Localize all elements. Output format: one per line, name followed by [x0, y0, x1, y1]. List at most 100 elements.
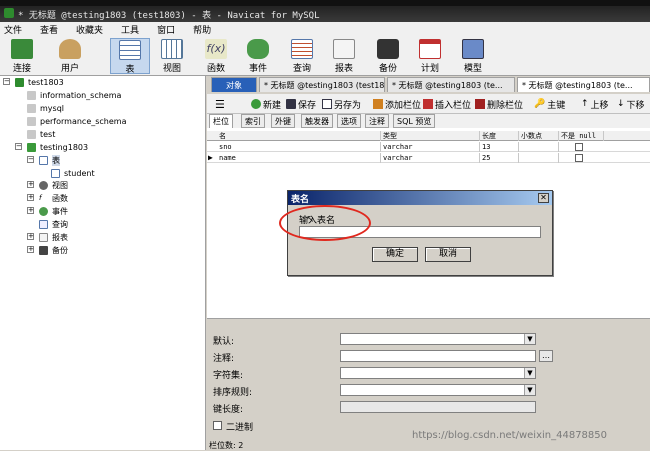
- move-up-button[interactable]: ↑ 上移: [581, 97, 609, 111]
- tab-indexes[interactable]: 索引: [241, 114, 265, 128]
- key-length-input[interactable]: [340, 401, 536, 413]
- hamburger-icon: ☰: [215, 97, 225, 111]
- tree-expand-toggle[interactable]: +: [27, 246, 34, 253]
- not-null-checkbox[interactable]: [575, 143, 583, 151]
- tree-item-functions[interactable]: f 函数: [39, 192, 68, 204]
- tab-comment[interactable]: 注释: [365, 114, 389, 128]
- save-button[interactable]: 保存: [286, 97, 316, 111]
- close-icon[interactable]: ✕: [538, 193, 549, 203]
- tree-expand-toggle[interactable]: +: [27, 233, 34, 240]
- schedule-button[interactable]: 计划: [410, 38, 450, 74]
- comment-ellipsis-button[interactable]: …: [539, 350, 553, 362]
- tree-item-backups[interactable]: 备份: [39, 244, 68, 256]
- backup-button[interactable]: 备份: [368, 38, 408, 74]
- tree-collapse-toggle[interactable]: −: [3, 78, 10, 85]
- menu-favorites[interactable]: 收藏夹: [72, 22, 111, 36]
- view-button[interactable]: 视图: [152, 38, 192, 74]
- charset-select[interactable]: ▼: [340, 367, 536, 379]
- chevron-down-icon: ▼: [524, 334, 535, 344]
- header-not-null[interactable]: 不是 null: [559, 131, 604, 141]
- tab-fields[interactable]: 栏位: [209, 114, 233, 128]
- primary-key-button[interactable]: 🔑 主键: [534, 97, 565, 111]
- tab-options[interactable]: 选项: [337, 114, 361, 128]
- header-length[interactable]: 长度: [480, 131, 519, 141]
- tree-collapse-toggle[interactable]: −: [27, 156, 34, 163]
- tree-item-label: 函数: [52, 193, 68, 203]
- table-button[interactable]: 表: [110, 38, 150, 75]
- tree-item-db[interactable]: information_schema: [27, 89, 121, 101]
- tree-expand-toggle[interactable]: +: [27, 181, 34, 188]
- cancel-button[interactable]: 取消: [425, 247, 471, 262]
- table-row[interactable]: ▶ name varchar 25: [207, 153, 650, 163]
- query-button[interactable]: 查询: [282, 38, 322, 74]
- field-decimals-cell[interactable]: [519, 142, 559, 152]
- tab-foreign-keys[interactable]: 外键: [271, 114, 295, 128]
- comment-input[interactable]: [340, 350, 536, 362]
- field-name-cell[interactable]: sno: [217, 142, 381, 152]
- function-button[interactable]: f(x) 函数: [196, 38, 236, 74]
- table-row[interactable]: sno varchar 13: [207, 142, 650, 152]
- default-select[interactable]: ▼: [340, 333, 536, 345]
- tree-item-label: 事件: [52, 206, 68, 216]
- tab-sql-preview[interactable]: SQL 预览: [393, 114, 436, 128]
- tab-untitled-table-active[interactable]: * 无标题 @testing1803 (te...: [517, 77, 650, 92]
- collation-select[interactable]: ▼: [340, 384, 536, 396]
- menu-view[interactable]: 查看: [36, 22, 66, 36]
- connection-icon: [15, 77, 24, 87]
- tree-item-connection[interactable]: test1803: [15, 76, 64, 88]
- field-type-cell[interactable]: varchar: [381, 153, 480, 163]
- field-type-cell[interactable]: varchar: [381, 142, 480, 152]
- user-button[interactable]: 用户: [50, 38, 90, 74]
- field-length-cell[interactable]: 13: [480, 142, 519, 152]
- header-name[interactable]: 名: [217, 131, 381, 141]
- navicat-app-icon: [4, 8, 14, 18]
- insert-field-button[interactable]: 插入栏位: [423, 97, 471, 111]
- report-button[interactable]: 报表: [324, 38, 364, 74]
- tree-item-label: information_schema: [40, 90, 122, 100]
- menu-help[interactable]: 帮助: [189, 22, 219, 36]
- tree-item-events[interactable]: 事件: [39, 205, 68, 217]
- field-name-cell[interactable]: name: [217, 153, 381, 163]
- not-null-checkbox[interactable]: [575, 154, 583, 162]
- tab-query[interactable]: * 无标题 @testing1803 (test1803) - 查询: [259, 77, 385, 92]
- save-as-button[interactable]: 另存为: [322, 97, 361, 111]
- field-decimals-cell[interactable]: [519, 153, 559, 163]
- tab-objects[interactable]: 对象: [211, 77, 257, 92]
- tree-item-reports[interactable]: 报表: [39, 231, 68, 243]
- dialog-title: 表名: [288, 191, 552, 205]
- view-label: 视图: [162, 64, 181, 74]
- tab-triggers[interactable]: 触发器: [301, 114, 333, 128]
- move-down-button[interactable]: ↓ 下移: [617, 97, 645, 111]
- header-decimals[interactable]: 小数点: [519, 131, 559, 141]
- new-button[interactable]: 新建: [251, 97, 281, 111]
- connect-button[interactable]: 连接: [2, 38, 42, 74]
- field-length-cell[interactable]: 25: [480, 153, 519, 163]
- tree-item-label: 查询: [52, 219, 68, 229]
- delete-field-button[interactable]: 删除栏位: [475, 97, 523, 111]
- menu-window[interactable]: 窗口: [153, 22, 183, 36]
- add-field-button[interactable]: 添加栏位: [373, 97, 421, 111]
- tab-untitled-1[interactable]: * 无标题 @testing1803 (te...: [387, 77, 515, 92]
- tree-item-db[interactable]: test: [27, 128, 55, 140]
- binary-checkbox[interactable]: [213, 421, 222, 430]
- menu-file[interactable]: 文件: [0, 22, 30, 36]
- tree-item-db-testing1803[interactable]: testing1803: [27, 141, 88, 153]
- menu-tools[interactable]: 工具: [117, 22, 147, 36]
- tree-expand-toggle[interactable]: +: [27, 194, 34, 201]
- tree-item-db[interactable]: performance_schema: [27, 115, 127, 127]
- event-button[interactable]: 事件: [238, 38, 278, 74]
- tree-item-label: mysql: [40, 103, 64, 113]
- watermark: https://blog.csdn.net/weixin_44878850: [412, 430, 608, 441]
- tree-item-table-student[interactable]: student: [51, 167, 95, 179]
- tree-item-db[interactable]: mysql: [27, 102, 64, 114]
- model-button[interactable]: 模型: [453, 38, 493, 74]
- tree-item-queries[interactable]: 查询: [39, 218, 68, 230]
- header-type[interactable]: 类型: [381, 131, 480, 141]
- tree-collapse-toggle[interactable]: −: [15, 143, 22, 150]
- tree-item-tables[interactable]: 表: [39, 154, 60, 166]
- tree-item-views[interactable]: 视图: [39, 179, 68, 191]
- new-label: 新建: [263, 100, 282, 111]
- menu-hamburger-button[interactable]: ☰: [215, 97, 225, 111]
- ok-button[interactable]: 确定: [372, 247, 418, 262]
- tree-expand-toggle[interactable]: +: [27, 207, 34, 214]
